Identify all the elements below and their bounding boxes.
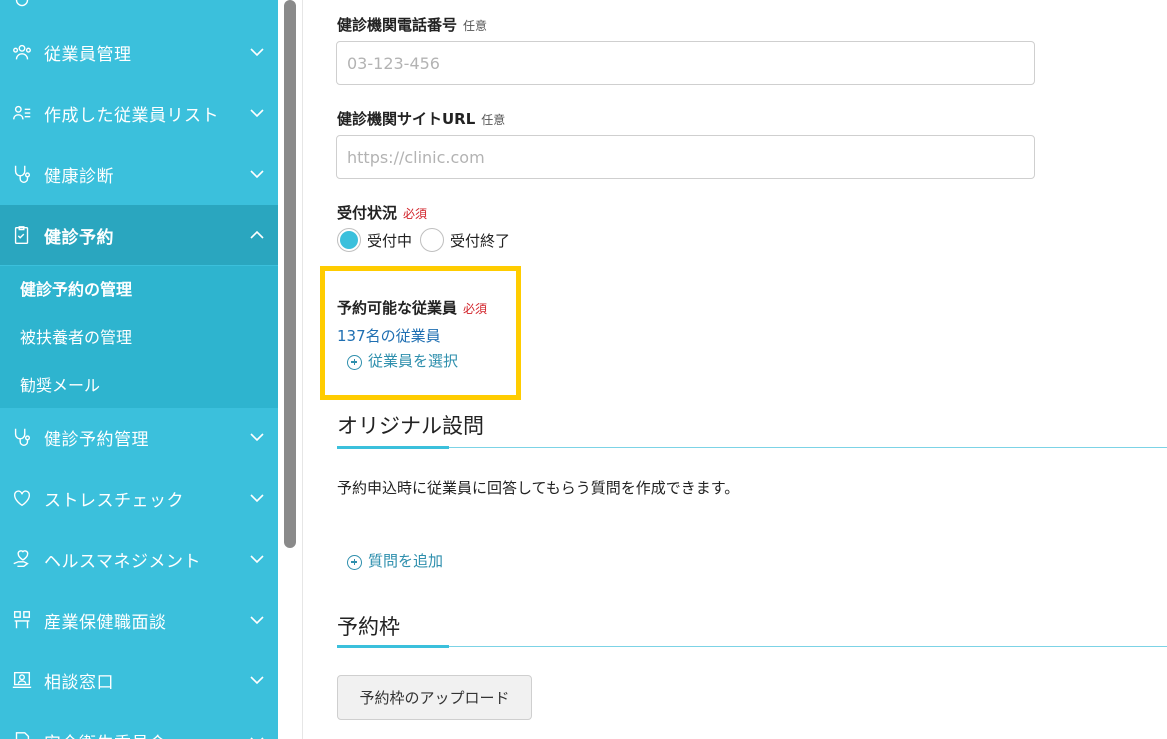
submenu-item-reservation-management[interactable]: 健診予約の管理 xyxy=(20,276,132,300)
section-divider-accent xyxy=(337,645,449,648)
meeting-icon xyxy=(10,608,34,632)
stethoscope-icon xyxy=(10,162,34,186)
sidebar-item-label: 従業員管理 xyxy=(44,44,132,65)
chevron-down-icon xyxy=(248,43,266,61)
radio-dot xyxy=(340,231,358,249)
original-questions-title: オリジナル設問 xyxy=(337,414,484,438)
chevron-down-icon xyxy=(248,428,266,446)
submenu-checkup-reservation: 健診予約の管理 被扶養者の管理 勧奨メール xyxy=(0,266,278,408)
required-badge: 必須 xyxy=(463,302,488,316)
document-icon xyxy=(10,729,34,739)
phone-input[interactable] xyxy=(336,41,1035,85)
select-employees-button[interactable]: 従業員を選択 xyxy=(347,350,458,371)
eligible-employees-label-text: 予約可能な従業員 xyxy=(337,299,458,317)
optional-badge: 任意 xyxy=(481,113,506,127)
sidebar-item-label: 健診予約管理 xyxy=(44,429,149,450)
sidebar-item-employee-management[interactable]: 従業員管理 xyxy=(0,22,278,82)
hand-heart-icon xyxy=(10,547,34,571)
sidebar-item-label: 産業保健職面談 xyxy=(44,612,167,633)
heart-icon xyxy=(10,486,34,510)
radio-circle-checked[interactable] xyxy=(337,228,361,252)
plus-circle-icon xyxy=(347,354,362,370)
sidebar-item-label: ストレスチェック xyxy=(44,490,184,511)
site-url-input[interactable] xyxy=(336,135,1035,179)
radio-circle-unchecked[interactable] xyxy=(420,228,445,252)
status-label-text: 受付状況 xyxy=(337,204,398,222)
bell-icon xyxy=(10,0,34,12)
sidebar: 従業員管理 作成した従業員リスト 健康診断 健診予約 健診予約の管理 被扶養者の… xyxy=(0,0,278,739)
sidebar-item-occupational-health-interview[interactable]: 産業保健職面談 xyxy=(0,590,278,650)
stethoscope-icon xyxy=(10,425,34,449)
radio-label-open: 受付中 xyxy=(367,231,413,250)
chevron-down-icon xyxy=(248,550,266,568)
sidebar-item-safety-committee[interactable]: 安全衛生委員会 xyxy=(0,711,278,739)
optional-badge: 任意 xyxy=(463,19,488,33)
sidebar-item-label: 安全衛生委員会 xyxy=(44,729,248,739)
sidebar-item-employee-lists[interactable]: 作成した従業員リスト xyxy=(0,83,278,143)
sidebar-item-label: ヘルスマネジメント xyxy=(44,551,201,572)
submenu-item-dependents-management[interactable]: 被扶養者の管理 xyxy=(20,324,132,348)
sidebar-item-reservation-admin[interactable]: 健診予約管理 xyxy=(0,407,278,467)
status-radio-open[interactable]: 受付中 xyxy=(337,228,412,252)
sidebar-item-checkup-reservation[interactable]: 健診予約 xyxy=(0,205,278,265)
chevron-down-icon xyxy=(248,165,266,183)
sidebar-item-stress-check[interactable]: ストレスチェック xyxy=(0,468,278,528)
clipboard-check-icon xyxy=(10,223,34,247)
upload-slots-button[interactable]: 予約枠のアップロード xyxy=(337,675,532,720)
site-url-label-text: 健診機関サイトURL xyxy=(337,110,476,128)
people-icon xyxy=(10,40,34,64)
chevron-down-icon xyxy=(248,611,266,629)
phone-label: 健診機関電話番号 任意 xyxy=(337,14,487,35)
original-questions-description: 予約申込時に従業員に回答してもらう質問を作成できます。 xyxy=(337,479,740,497)
consultation-icon xyxy=(10,668,34,692)
add-question-button[interactable]: 質問を追加 xyxy=(347,550,443,571)
sidebar-item-label: 相談窓口 xyxy=(44,672,114,693)
sidebar-item-consultation[interactable]: 相談窓口 xyxy=(0,650,278,710)
sidebar-item-health-management[interactable]: ヘルスマネジメント xyxy=(0,529,278,589)
plus-circle-icon xyxy=(347,554,362,570)
sidebar-item-label: 作成した従業員リスト xyxy=(44,105,219,126)
person-list-icon xyxy=(10,101,34,125)
section-divider xyxy=(337,645,1167,648)
sidebar-scrollbar-thumb[interactable] xyxy=(284,0,296,548)
site-url-label: 健診機関サイトURL 任意 xyxy=(337,108,505,129)
reservation-slots-title: 予約枠 xyxy=(337,615,400,639)
sidebar-item-label: 健康診断 xyxy=(44,166,114,187)
phone-label-text: 健診機関電話番号 xyxy=(337,16,458,34)
employee-count-link[interactable]: 137名の従業員 xyxy=(337,325,441,346)
chevron-down-icon xyxy=(248,671,266,689)
chevron-down-icon xyxy=(248,489,266,507)
chevron-down-icon xyxy=(248,104,266,122)
status-label: 受付状況 必須 xyxy=(337,202,427,223)
add-question-label: 質問を追加 xyxy=(368,552,444,570)
submenu-item-recommendation-mail[interactable]: 勧奨メール xyxy=(20,372,100,396)
radio-label-closed: 受付終了 xyxy=(450,231,511,250)
status-radio-closed[interactable]: 受付終了 xyxy=(420,228,510,252)
status-radio-group: 受付中 受付終了 xyxy=(337,228,518,252)
sidebar-item-health-checkup[interactable]: 健康診断 xyxy=(0,144,278,204)
section-divider-accent xyxy=(337,446,449,449)
chevron-up-icon xyxy=(248,226,266,244)
section-divider xyxy=(337,446,1167,449)
required-badge: 必須 xyxy=(403,207,428,221)
sidebar-item-label: 健診予約 xyxy=(44,227,114,248)
eligible-employees-label: 予約可能な従業員 必須 xyxy=(337,297,487,318)
chevron-down-icon xyxy=(248,732,266,739)
select-employees-label: 従業員を選択 xyxy=(368,352,459,370)
